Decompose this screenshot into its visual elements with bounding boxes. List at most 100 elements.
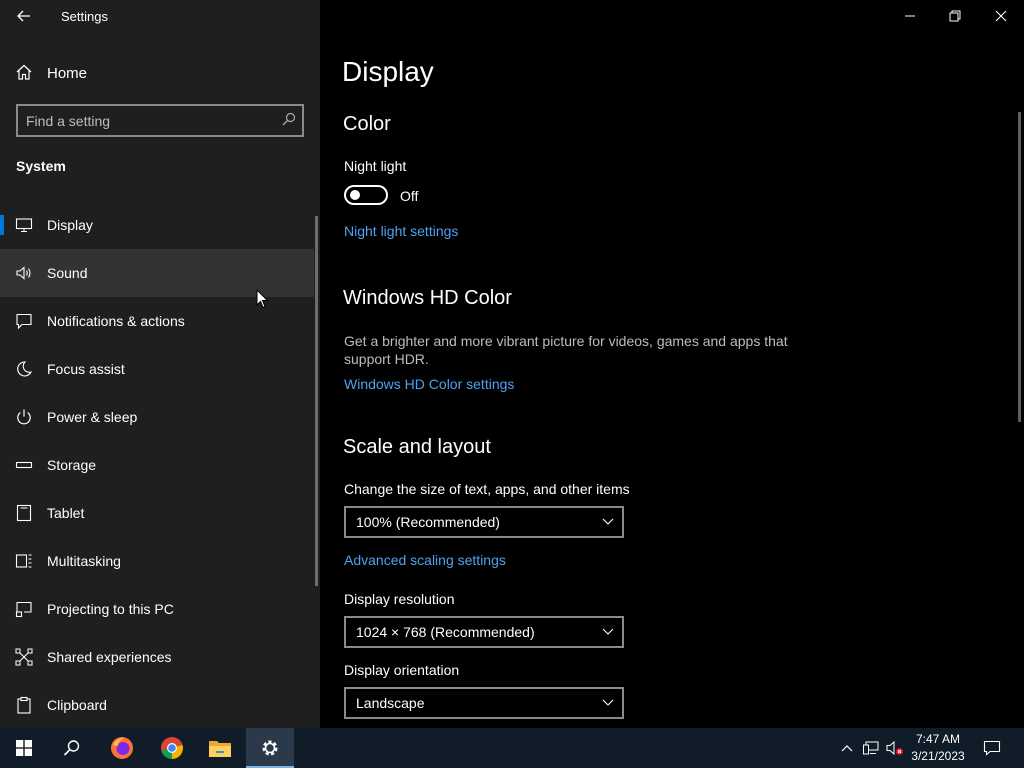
sidebar-item-label: Tablet [47,505,85,521]
resolution-label: Display resolution [344,591,455,607]
night-light-settings-link[interactable]: Night light settings [344,223,458,239]
night-light-toggle[interactable] [344,185,388,205]
scale-layout-heading: Scale and layout [343,436,491,458]
search-input[interactable] [26,106,276,135]
close-icon [995,10,1007,22]
resolution-value: 1024 × 768 (Recommended) [356,624,535,640]
resolution-dropdown[interactable]: 1024 × 768 (Recommended) [344,616,624,648]
scale-dropdown[interactable]: 100% (Recommended) [344,506,624,538]
chevron-down-icon [602,518,614,525]
restore-icon [949,10,961,22]
scale-value: 100% (Recommended) [356,514,500,530]
settings-sidebar: Settings Home System Display Sound Notif… [0,0,320,728]
sidebar-item-label: Projecting to this PC [47,601,174,617]
notification-icon [16,313,32,330]
sidebar-item-shared-experiences[interactable]: Shared experiences [0,633,314,681]
orientation-dropdown[interactable]: Landscape [344,687,624,719]
volume-muted-icon [886,740,903,756]
sidebar-item-storage[interactable]: Storage [0,441,314,489]
mouse-cursor-icon [256,289,269,309]
chevron-down-icon [602,628,614,635]
firefox-icon [111,737,133,759]
hdr-description: Get a brighter and more vibrant picture … [344,333,788,367]
sidebar-item-clipboard[interactable]: Clipboard [0,681,314,729]
section-heading: System [16,158,66,174]
toggle-knob [350,190,360,200]
sidebar-item-label: Clipboard [47,697,107,713]
sidebar-item-label: Sound [47,265,88,281]
shared-icon [15,648,33,666]
back-button[interactable] [10,4,38,28]
minimize-icon [905,15,915,17]
clock-time: 7:47 AM [915,732,961,746]
volume-tray-button[interactable] [884,728,906,768]
action-center-icon [983,740,1001,756]
sidebar-item-multitasking[interactable]: Multitasking [0,537,314,585]
chevron-up-icon [841,745,853,752]
start-button[interactable] [0,728,48,768]
windows-start-icon [16,740,32,756]
file-explorer-taskbar-button[interactable] [196,728,244,768]
title-bar: Settings [0,0,320,32]
sidebar-item-tablet[interactable]: Tablet [0,489,314,537]
taskbar-search-button[interactable] [48,728,96,768]
network-tray-button[interactable] [860,728,882,768]
tablet-icon [16,504,32,522]
restore-button[interactable] [932,0,978,32]
power-icon [17,409,31,425]
advanced-scaling-link[interactable]: Advanced scaling settings [344,552,506,568]
sidebar-item-label: Multitasking [47,553,121,569]
sidebar-nav: Display Sound Notifications & actions Fo… [0,201,320,729]
projecting-icon [15,601,32,618]
moon-icon [17,361,33,377]
hdr-heading: Windows HD Color [343,287,512,309]
chrome-taskbar-button[interactable] [148,728,196,768]
clock-date: 3/21/2023 [911,749,965,763]
back-arrow-icon [17,10,30,22]
home-nav-item[interactable]: Home [0,52,320,92]
storage-icon [15,461,33,469]
chevron-down-icon [602,699,614,706]
sidebar-item-label: Power & sleep [47,409,138,425]
hdr-settings-link[interactable]: Windows HD Color settings [344,376,514,392]
settings-taskbar-button[interactable] [246,728,294,768]
minimize-button[interactable] [887,0,933,32]
firefox-taskbar-button[interactable] [98,728,146,768]
close-button[interactable] [978,0,1024,32]
chrome-icon [161,737,183,759]
sidebar-item-label: Focus assist [47,361,125,377]
search-icon [63,740,80,756]
taskbar: 7:47 AM 3/21/2023 [0,728,1024,768]
monitor-icon [15,218,33,233]
home-label: Home [47,65,88,82]
clipboard-icon [17,696,31,714]
settings-gear-icon [262,740,278,756]
sidebar-item-power-sleep[interactable]: Power & sleep [0,393,314,441]
network-icon [863,741,879,755]
sidebar-item-label: Shared experiences [47,649,172,665]
page-title: Display [342,56,434,87]
speaker-icon [16,266,31,280]
multitasking-icon [15,554,32,568]
sidebar-item-display[interactable]: Display [0,201,314,249]
night-light-state: Off [400,188,419,204]
sidebar-item-label: Notifications & actions [47,313,185,329]
scale-label: Change the size of text, apps, and other… [344,481,630,497]
sidebar-item-projecting[interactable]: Projecting to this PC [0,585,314,633]
sidebar-item-focus-assist[interactable]: Focus assist [0,345,314,393]
search-icon[interactable] [282,112,296,126]
main-content: Display Color Night light Off Night ligh… [320,0,1024,728]
main-scrollbar[interactable] [1018,112,1021,422]
action-center-button[interactable] [978,728,1006,768]
search-box[interactable] [16,104,304,137]
taskbar-clock[interactable]: 7:47 AM 3/21/2023 [906,731,970,765]
file-explorer-icon [209,741,231,757]
sidebar-scrollbar[interactable] [315,216,318,586]
show-hidden-icons-button[interactable] [836,728,858,768]
app-title: Settings [61,9,108,24]
sidebar-item-label: Storage [47,457,97,473]
color-heading: Color [343,113,391,135]
orientation-label: Display orientation [344,662,460,678]
night-light-label: Night light [344,158,407,174]
orientation-value: Landscape [356,695,425,711]
